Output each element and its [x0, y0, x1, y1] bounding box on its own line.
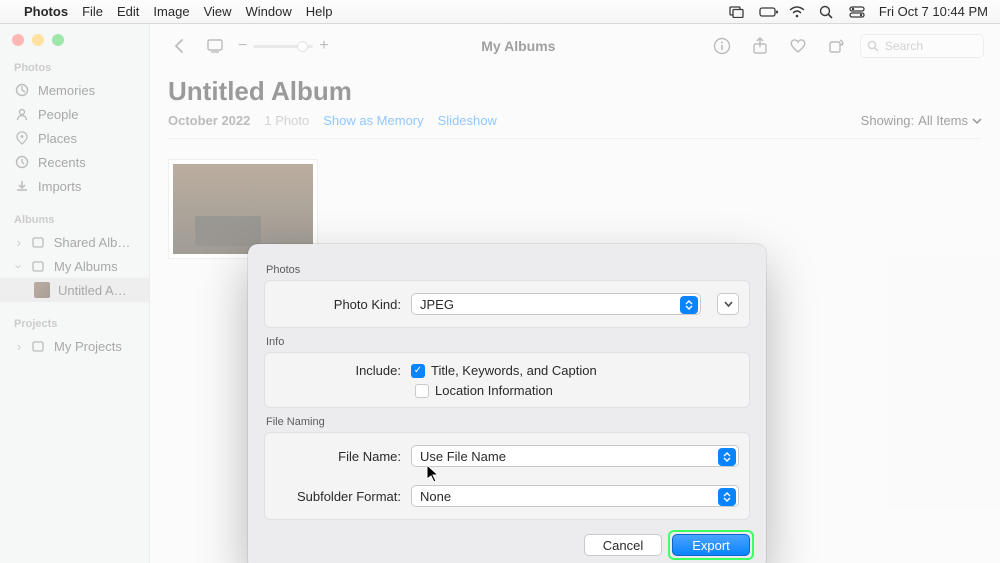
info-button[interactable] — [708, 32, 736, 60]
sidebar-header-projects: Projects — [0, 316, 149, 334]
sidebar-item-memories[interactable]: Memories — [0, 78, 149, 102]
chevron-right-icon[interactable]: › — [14, 339, 24, 354]
search-icon — [867, 40, 879, 52]
menu-image[interactable]: Image — [153, 4, 189, 19]
shared-album-icon — [30, 234, 46, 250]
aspect-toggle[interactable] — [202, 38, 228, 54]
window-traffic-lights — [12, 34, 64, 46]
search-placeholder: Search — [885, 39, 923, 53]
projects-icon — [30, 338, 46, 354]
menu-file[interactable]: File — [82, 4, 103, 19]
sidebar-item-my-projects[interactable]: › My Projects — [0, 334, 149, 358]
wifi-icon[interactable] — [789, 6, 805, 18]
file-name-label: File Name: — [275, 449, 401, 464]
menu-bar: Photos File Edit Image View Window Help … — [0, 0, 1000, 24]
subfolder-select[interactable]: None — [411, 485, 739, 507]
menu-help[interactable]: Help — [306, 4, 333, 19]
display-icon[interactable] — [729, 6, 745, 18]
showing-filter[interactable]: Showing: All Items — [861, 113, 982, 128]
chevron-down-icon[interactable]: › — [12, 261, 27, 271]
photo-kind-label: Photo Kind: — [275, 297, 401, 312]
menu-window[interactable]: Window — [246, 4, 292, 19]
cancel-button[interactable]: Cancel — [584, 534, 662, 556]
select-caret-icon — [718, 488, 736, 506]
favorite-button[interactable] — [784, 32, 812, 60]
file-name-select[interactable]: Use File Name — [411, 445, 739, 467]
album-title: Untitled Album — [168, 76, 982, 107]
photo-kind-select[interactable]: JPEG — [411, 293, 701, 315]
album-icon — [30, 258, 46, 274]
info-group-label: Info — [266, 336, 750, 348]
zoom-window-button[interactable] — [52, 34, 64, 46]
back-button[interactable] — [166, 33, 192, 59]
places-icon — [14, 130, 30, 146]
chevron-down-icon — [972, 117, 982, 125]
show-as-memory-link[interactable]: Show as Memory — [323, 113, 423, 128]
sidebar: Photos Memories People Places Recents Im… — [0, 24, 150, 563]
photo-kind-disclosure-button[interactable] — [717, 293, 739, 315]
photo-count: 1 Photo — [264, 113, 309, 128]
photos-window: Photos Memories People Places Recents Im… — [0, 24, 1000, 563]
sidebar-item-people[interactable]: People — [0, 102, 149, 126]
minimize-window-button[interactable] — [32, 34, 44, 46]
menu-edit[interactable]: Edit — [117, 4, 139, 19]
sidebar-header-albums: Albums — [0, 212, 149, 230]
people-icon — [14, 106, 30, 122]
sidebar-item-my-albums[interactable]: › My Albums — [0, 254, 149, 278]
sidebar-item-imports[interactable]: Imports — [0, 174, 149, 198]
toolbar: − + My Albums Search — [150, 24, 1000, 68]
slideshow-link[interactable]: Slideshow — [438, 113, 497, 128]
include-location-label: Location Information — [435, 383, 553, 398]
control-center-icon[interactable] — [849, 6, 865, 18]
sidebar-header-photos: Photos — [0, 60, 149, 78]
sidebar-item-untitled-album[interactable]: Untitled A… — [0, 278, 149, 302]
file-naming-group-label: File Naming — [266, 416, 750, 428]
zoom-out-icon: − — [238, 37, 247, 55]
include-label: Include: — [275, 363, 401, 378]
sidebar-item-shared-albums[interactable]: › Shared Albu… — [0, 230, 149, 254]
menubar-clock[interactable]: Fri Oct 7 10:44 PM — [879, 4, 988, 19]
rotate-button[interactable] — [822, 32, 850, 60]
photos-group-label: Photos — [266, 264, 750, 276]
album-date: October 2022 — [168, 113, 250, 128]
sidebar-item-recents[interactable]: Recents — [0, 150, 149, 174]
toolbar-title: My Albums — [339, 38, 698, 54]
export-button[interactable]: Export — [672, 534, 750, 556]
chevron-right-icon[interactable]: › — [14, 235, 24, 250]
mouse-cursor-icon — [426, 464, 440, 484]
include-title-checkbox[interactable]: ✓ — [411, 364, 425, 378]
memories-icon — [14, 82, 30, 98]
imports-icon — [14, 178, 30, 194]
close-window-button[interactable] — [12, 34, 24, 46]
battery-icon[interactable] — [759, 6, 775, 18]
export-dialog: Photos Photo Kind: JPEG Info Include: — [248, 244, 766, 563]
search-field[interactable]: Search — [860, 34, 984, 58]
subfolder-label: Subfolder Format: — [275, 489, 401, 504]
recents-icon — [14, 154, 30, 170]
spotlight-icon[interactable] — [819, 5, 835, 19]
app-menu[interactable]: Photos — [24, 4, 68, 19]
zoom-slider[interactable]: − + — [238, 37, 329, 55]
select-caret-icon — [680, 296, 698, 314]
album-thumbnail-icon — [34, 282, 50, 298]
zoom-in-icon: + — [319, 37, 328, 55]
sidebar-item-places[interactable]: Places — [0, 126, 149, 150]
include-title-label: Title, Keywords, and Caption — [431, 363, 597, 378]
header-divider — [168, 138, 982, 139]
select-caret-icon — [718, 448, 736, 466]
share-button[interactable] — [746, 32, 774, 60]
include-location-checkbox[interactable] — [415, 384, 429, 398]
menu-view[interactable]: View — [204, 4, 232, 19]
